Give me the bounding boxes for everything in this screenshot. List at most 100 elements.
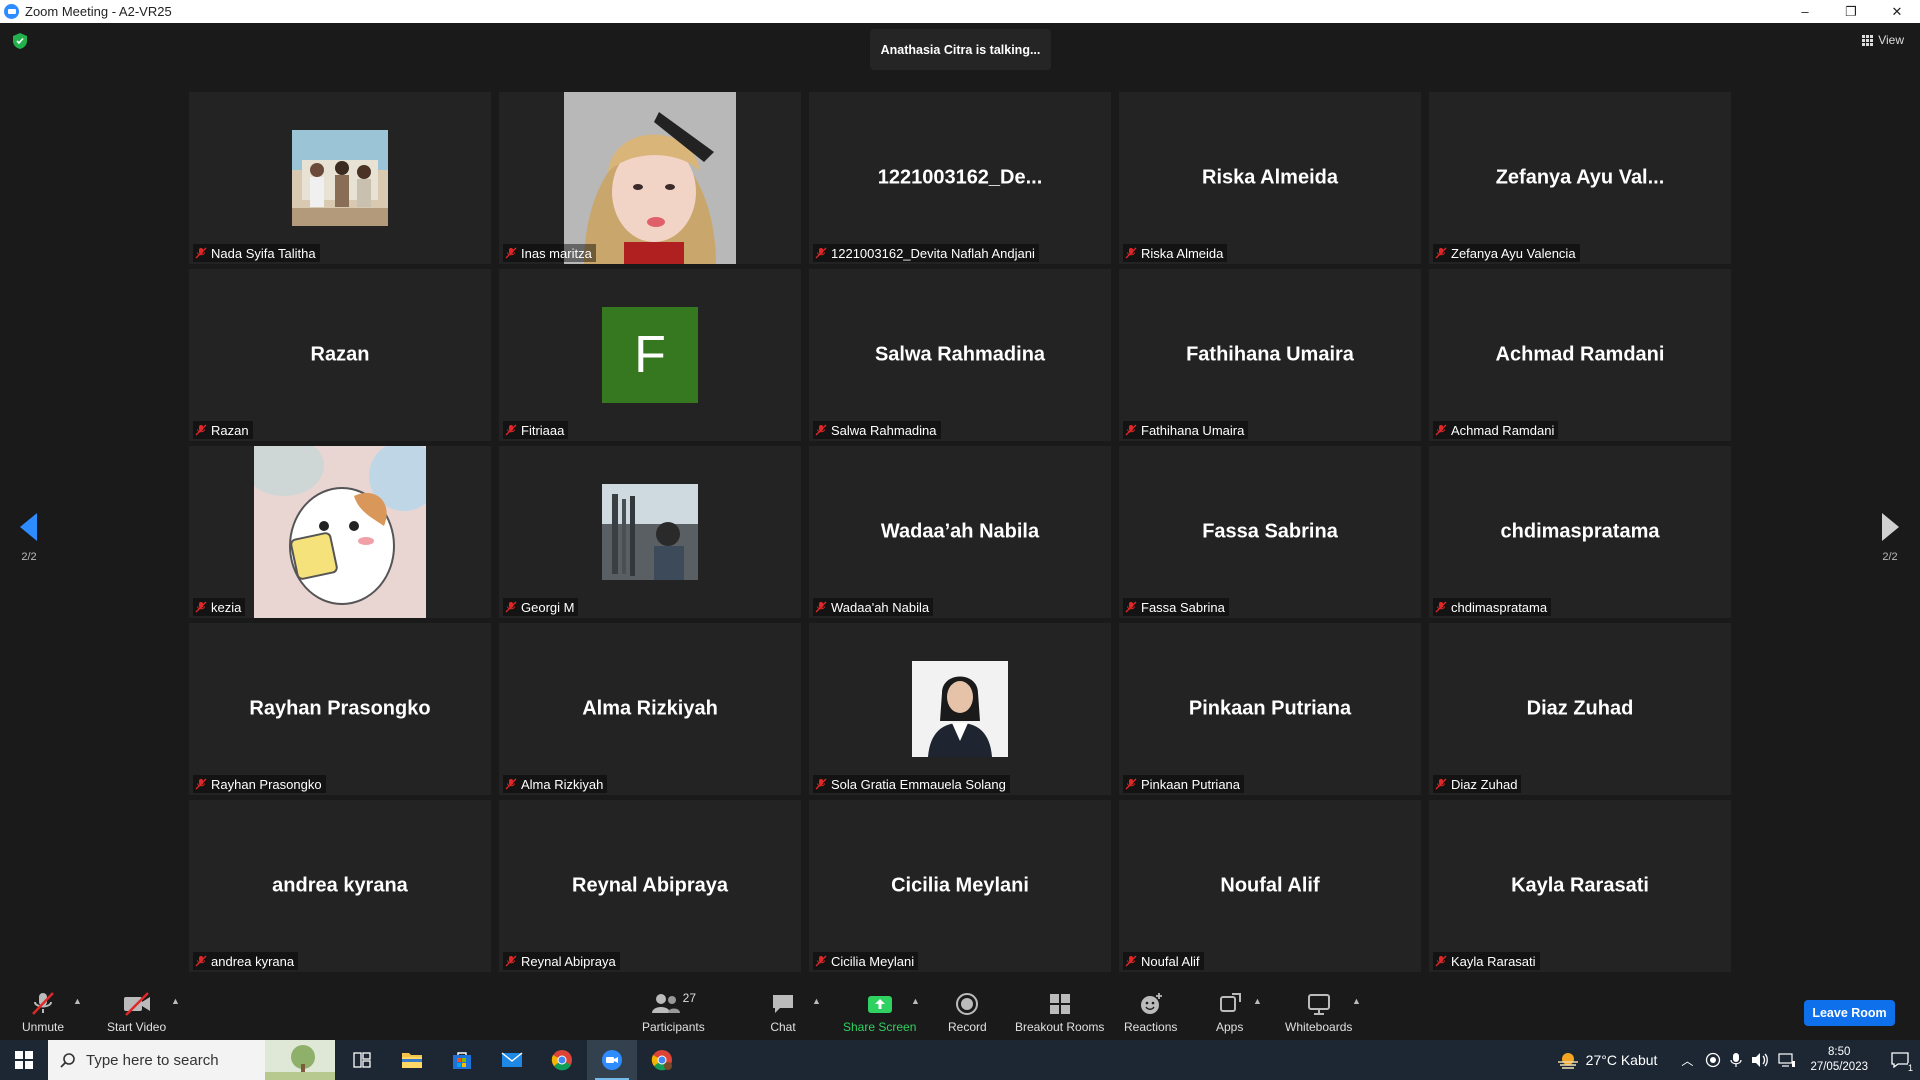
participant-tile[interactable]: Reynal Abipraya Reynal Abipraya: [499, 800, 801, 972]
muted-mic-icon: [1125, 247, 1137, 259]
weather-haze-icon: [1557, 1053, 1578, 1069]
chrome-profile-button[interactable]: [637, 1040, 687, 1080]
participant-name-label: Georgi M: [503, 598, 579, 616]
participant-display-name: Riska Almeida: [1202, 166, 1338, 189]
audio-options-caret-icon[interactable]: ▲: [73, 996, 82, 1006]
close-button[interactable]: ✕: [1874, 0, 1920, 23]
participant-tile[interactable]: Cicilia Meylani Cicilia Meylani: [809, 800, 1111, 972]
file-explorer-button[interactable]: [387, 1040, 437, 1080]
search-icon: [60, 1053, 75, 1068]
speaker-volume-icon[interactable]: [1751, 1052, 1769, 1068]
unmute-button[interactable]: Unmute: [22, 991, 64, 1034]
participant-tile[interactable]: Wadaa’ah Nabila Wadaa'ah Nabila: [809, 446, 1111, 618]
meeting-stage: Anathasia Citra is talking... View 2/2 2…: [0, 23, 1920, 983]
participant-tile[interactable]: Achmad Ramdani Achmad Ramdani: [1429, 269, 1731, 441]
participant-tile[interactable]: Sola Gratia Emmauela Solang: [809, 623, 1111, 795]
participant-name-label: Riska Almeida: [1123, 244, 1228, 262]
microphone-tray-icon[interactable]: [1730, 1052, 1743, 1068]
breakout-rooms-button[interactable]: Breakout Rooms: [1015, 991, 1104, 1034]
participant-tile[interactable]: kezia: [189, 446, 491, 618]
participant-display-name: andrea kyrana: [272, 874, 408, 897]
notification-icon: [1891, 1052, 1909, 1068]
whiteboards-options-caret-icon[interactable]: ▲: [1352, 996, 1361, 1006]
whiteboards-button[interactable]: Whiteboards: [1285, 991, 1352, 1034]
previous-page-button[interactable]: 2/2: [14, 513, 44, 563]
taskbar-search-box[interactable]: Type here to search: [48, 1040, 335, 1080]
participant-name-label: 1221003162_Devita Naflah Andjani: [813, 244, 1039, 262]
apps-button[interactable]: Apps: [1216, 991, 1243, 1034]
muted-mic-icon: [815, 955, 827, 967]
participant-display-name: Alma Rizkiyah: [582, 697, 718, 720]
participant-tile[interactable]: Georgi M: [499, 446, 801, 618]
muted-mic-icon: [1435, 247, 1447, 259]
record-button[interactable]: Record: [948, 991, 987, 1034]
participant-name-label: Kayla Rarasati: [1433, 952, 1540, 970]
participant-name-label: Achmad Ramdani: [1433, 421, 1559, 439]
start-video-button[interactable]: Start Video: [107, 991, 166, 1034]
reactions-button[interactable]: Reactions: [1124, 991, 1177, 1034]
zoom-taskbar-button[interactable]: [587, 1040, 637, 1080]
participant-tile[interactable]: Nada Syifa Talitha: [189, 92, 491, 264]
muted-mic-icon: [505, 247, 517, 259]
participant-tile[interactable]: andrea kyrana andrea kyrana: [189, 800, 491, 972]
participant-tile[interactable]: Razan Razan: [189, 269, 491, 441]
taskbar-clock[interactable]: 8:50 27/05/2023: [1810, 1045, 1868, 1075]
encryption-shield-icon[interactable]: [13, 33, 27, 49]
mail-button[interactable]: [487, 1040, 537, 1080]
start-button[interactable]: [0, 1040, 48, 1080]
participant-tile[interactable]: chdimaspratama chdimaspratama: [1429, 446, 1731, 618]
muted-mic-icon: [1125, 955, 1137, 967]
participant-name: Diaz Zuhad: [1451, 776, 1518, 792]
participant-name: Riska Almeida: [1141, 245, 1224, 261]
apps-options-caret-icon[interactable]: ▲: [1253, 996, 1262, 1006]
participant-tile[interactable]: Salwa Rahmadina Salwa Rahmadina: [809, 269, 1111, 441]
participant-name: Sola Gratia Emmauela Solang: [831, 776, 1006, 792]
participant-tile[interactable]: Riska Almeida Riska Almeida: [1119, 92, 1421, 264]
participant-tile[interactable]: F Fitriaaa: [499, 269, 801, 441]
participant-tile[interactable]: Rayhan Prasongko Rayhan Prasongko: [189, 623, 491, 795]
participant-tile[interactable]: Inas maritza: [499, 92, 801, 264]
profile-photo-portrait-icon: [564, 92, 736, 264]
participant-tile[interactable]: Fassa Sabrina Fassa Sabrina: [1119, 446, 1421, 618]
video-options-caret-icon[interactable]: ▲: [171, 996, 180, 1006]
share-screen-button[interactable]: Share Screen: [843, 991, 916, 1034]
participant-display-name: Razan: [310, 343, 370, 366]
network-icon[interactable]: [1778, 1052, 1796, 1068]
participant-display-name: Wadaa’ah Nabila: [880, 520, 1040, 543]
participant-display-name: Zefanya Ayu Val...: [1495, 166, 1665, 189]
participant-name-label: Fathihana Umaira: [1123, 421, 1249, 439]
participant-name-label: Alma Rizkiyah: [503, 775, 608, 793]
weather-widget[interactable]: 27°C Kabut: [1556, 1050, 1657, 1070]
participant-tile[interactable]: Zefanya Ayu Val... Zefanya Ayu Valencia: [1429, 92, 1731, 264]
participant-tile[interactable]: Fathihana Umaira Fathihana Umaira: [1119, 269, 1421, 441]
chat-button[interactable]: Chat: [770, 991, 796, 1034]
participant-name: kezia: [211, 599, 242, 615]
participant-tile[interactable]: Noufal Alif Noufal Alif: [1119, 800, 1421, 972]
participant-tile[interactable]: Alma Rizkiyah Alma Rizkiyah: [499, 623, 801, 795]
participant-tile[interactable]: Kayla Rarasati Kayla Rarasati: [1429, 800, 1731, 972]
view-button[interactable]: View: [1862, 33, 1904, 47]
participant-tile[interactable]: Diaz Zuhad Diaz Zuhad: [1429, 623, 1731, 795]
participant-tile[interactable]: Pinkaan Putriana Pinkaan Putriana: [1119, 623, 1421, 795]
restore-button[interactable]: ❐: [1828, 0, 1874, 23]
next-page-button[interactable]: 2/2: [1875, 513, 1905, 563]
minimize-button[interactable]: –: [1782, 0, 1828, 23]
apps-icon: [1219, 993, 1241, 1012]
location-in-use-icon[interactable]: [1705, 1052, 1721, 1068]
record-icon: [956, 993, 979, 1015]
participant-display-name: Reynal Abipraya: [572, 874, 728, 897]
participants-button[interactable]: 27 Participants: [642, 991, 705, 1034]
participant-name: 1221003162_Devita Naflah Andjani: [831, 245, 1035, 261]
share-options-caret-icon[interactable]: ▲: [911, 996, 920, 1006]
notification-center-button[interactable]: 1: [1880, 1040, 1920, 1080]
participant-name: Inas maritza: [521, 245, 592, 261]
task-view-button[interactable]: [337, 1040, 387, 1080]
leave-room-button[interactable]: Leave Room: [1804, 1000, 1895, 1026]
muted-mic-icon: [1125, 601, 1137, 613]
chrome-button[interactable]: [537, 1040, 587, 1080]
show-hidden-icons-chevron-icon[interactable]: ︿: [1681, 1052, 1693, 1069]
breakout-rooms-label: Breakout Rooms: [1015, 1020, 1105, 1034]
chat-options-caret-icon[interactable]: ▲: [812, 996, 821, 1006]
participant-tile[interactable]: 1221003162_De... 1221003162_Devita Naflah…: [809, 92, 1111, 264]
microsoft-store-button[interactable]: [437, 1040, 487, 1080]
